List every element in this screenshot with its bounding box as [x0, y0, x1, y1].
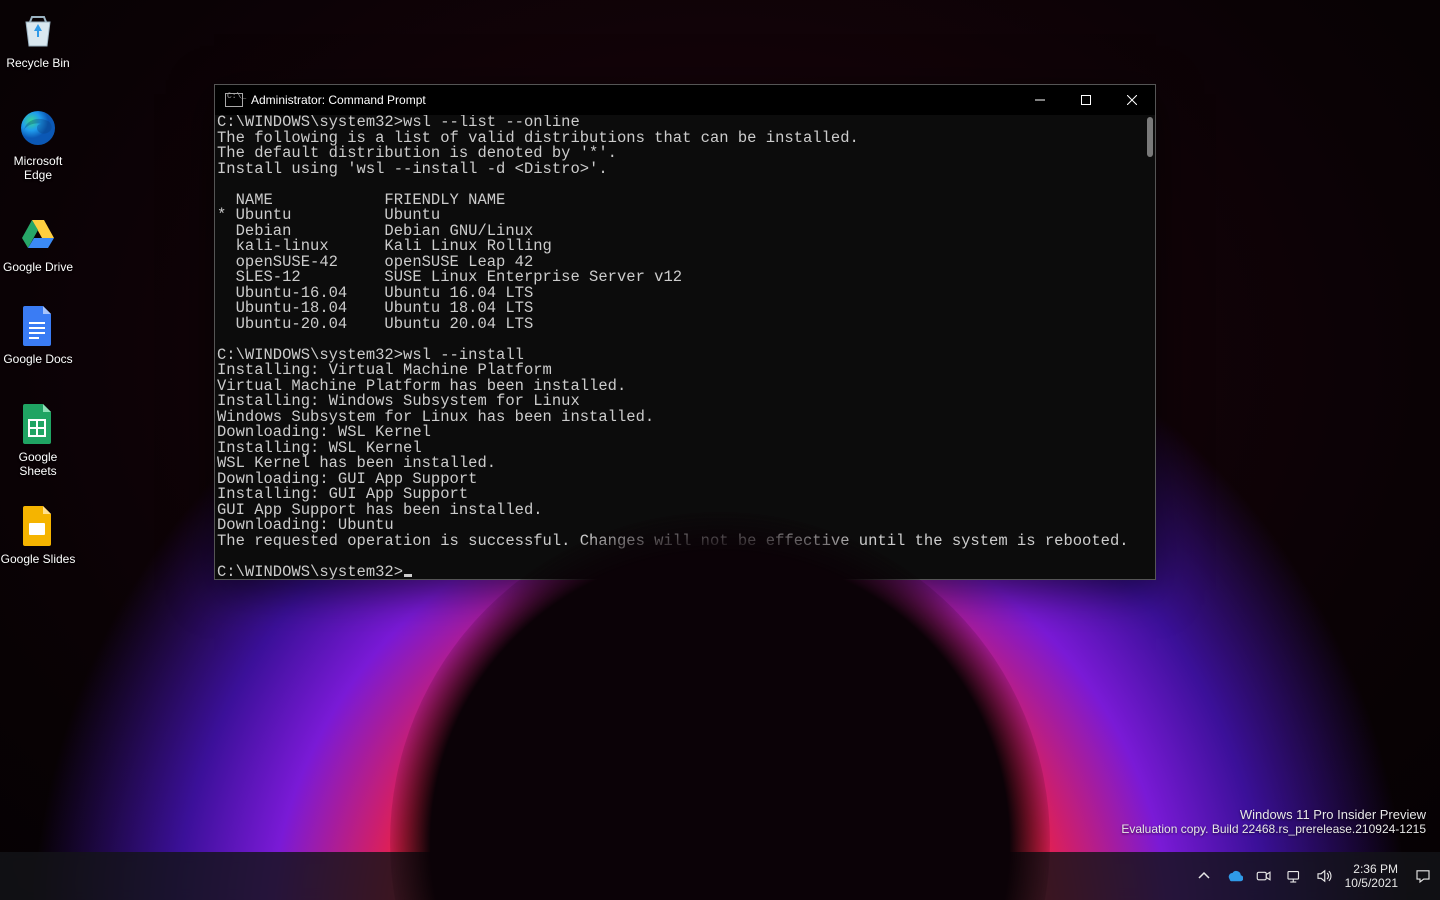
chat-button[interactable] [677, 856, 717, 896]
close-button[interactable] [1109, 85, 1155, 115]
command-prompt-icon [225, 93, 243, 107]
mail-icon [868, 863, 894, 889]
folder-icon [776, 863, 802, 889]
maximize-button[interactable] [1063, 85, 1109, 115]
widgets-icon [639, 864, 663, 888]
taskbar-center: >_ [493, 856, 947, 896]
taskbar[interactable]: >_ 2:36 PM 10/5/2021 [0, 852, 1440, 900]
desktop-icon-edge[interactable]: Microsoft Edge [0, 106, 76, 182]
desktop-icon-label: Google Slides [0, 552, 76, 566]
desktop-icon-google-drive[interactable]: Google Drive [0, 212, 76, 274]
desktop-icon-label: Microsoft Edge [0, 154, 76, 182]
desktop-icon-recycle-bin[interactable]: Recycle Bin [0, 8, 76, 70]
desktop-icon-google-slides[interactable]: Google Slides [0, 504, 76, 566]
widgets-button[interactable] [631, 856, 671, 896]
terminal-body[interactable]: C:\WINDOWS\system32>wsl --list --online … [215, 115, 1155, 579]
start-button[interactable] [493, 856, 533, 896]
windows-logo-icon [501, 864, 525, 888]
desktop-icon-label: Recycle Bin [0, 56, 76, 70]
edge-button[interactable] [723, 856, 763, 896]
recycle-bin-icon [16, 8, 60, 52]
google-sheets-icon [16, 402, 60, 446]
tray-notifications-icon[interactable] [1414, 867, 1432, 885]
file-explorer-button[interactable] [769, 856, 809, 896]
search-icon [548, 865, 570, 887]
terminal-scrollbar[interactable] [1147, 117, 1153, 157]
google-docs-icon [16, 304, 60, 348]
window-title: Administrator: Command Prompt [251, 93, 1017, 107]
tray-volume-icon[interactable] [1315, 867, 1333, 885]
tray-chevron-up-icon[interactable] [1195, 867, 1213, 885]
tray-network-icon[interactable] [1285, 867, 1303, 885]
desktop-icon-label: Google Drive [0, 260, 76, 274]
desktop-icon-label: Google Sheets [0, 450, 76, 478]
google-slides-icon [16, 504, 60, 548]
store-button[interactable] [815, 856, 855, 896]
terminal-icon: >_ [915, 864, 939, 888]
search-button[interactable] [539, 856, 579, 896]
command-prompt-window[interactable]: Administrator: Command Prompt C:\WINDOWS… [214, 84, 1156, 580]
tray-onedrive-icon[interactable] [1225, 867, 1243, 885]
edge-icon [16, 106, 60, 150]
desktop[interactable]: Recycle Bin Microsoft Edge Google Drive … [0, 0, 1440, 900]
minimize-button[interactable] [1017, 85, 1063, 115]
store-icon [823, 864, 847, 888]
svg-text:>_: >_ [920, 869, 930, 878]
terminal-output: C:\WINDOWS\system32>wsl --list --online … [217, 115, 1151, 579]
google-drive-icon [16, 212, 60, 256]
desktop-icon-label: Google Docs [0, 352, 76, 366]
chat-icon [685, 864, 709, 888]
tray-meet-now-icon[interactable] [1255, 867, 1273, 885]
mail-button[interactable] [861, 856, 901, 896]
desktop-icon-google-docs[interactable]: Google Docs [0, 304, 76, 366]
taskbar-time: 2:36 PM [1345, 862, 1398, 876]
terminal-button[interactable]: >_ [907, 856, 947, 896]
window-titlebar[interactable]: Administrator: Command Prompt [215, 85, 1155, 115]
task-view-button[interactable] [585, 856, 625, 896]
system-tray: 2:36 PM 10/5/2021 [1195, 852, 1432, 900]
windows-watermark: Windows 11 Pro Insider Preview Evaluatio… [1121, 807, 1426, 836]
desktop-icon-google-sheets[interactable]: Google Sheets [0, 402, 76, 478]
task-view-icon [593, 864, 617, 888]
taskbar-date: 10/5/2021 [1345, 876, 1398, 890]
edge-icon [730, 863, 756, 889]
taskbar-clock[interactable]: 2:36 PM 10/5/2021 [1345, 862, 1398, 890]
